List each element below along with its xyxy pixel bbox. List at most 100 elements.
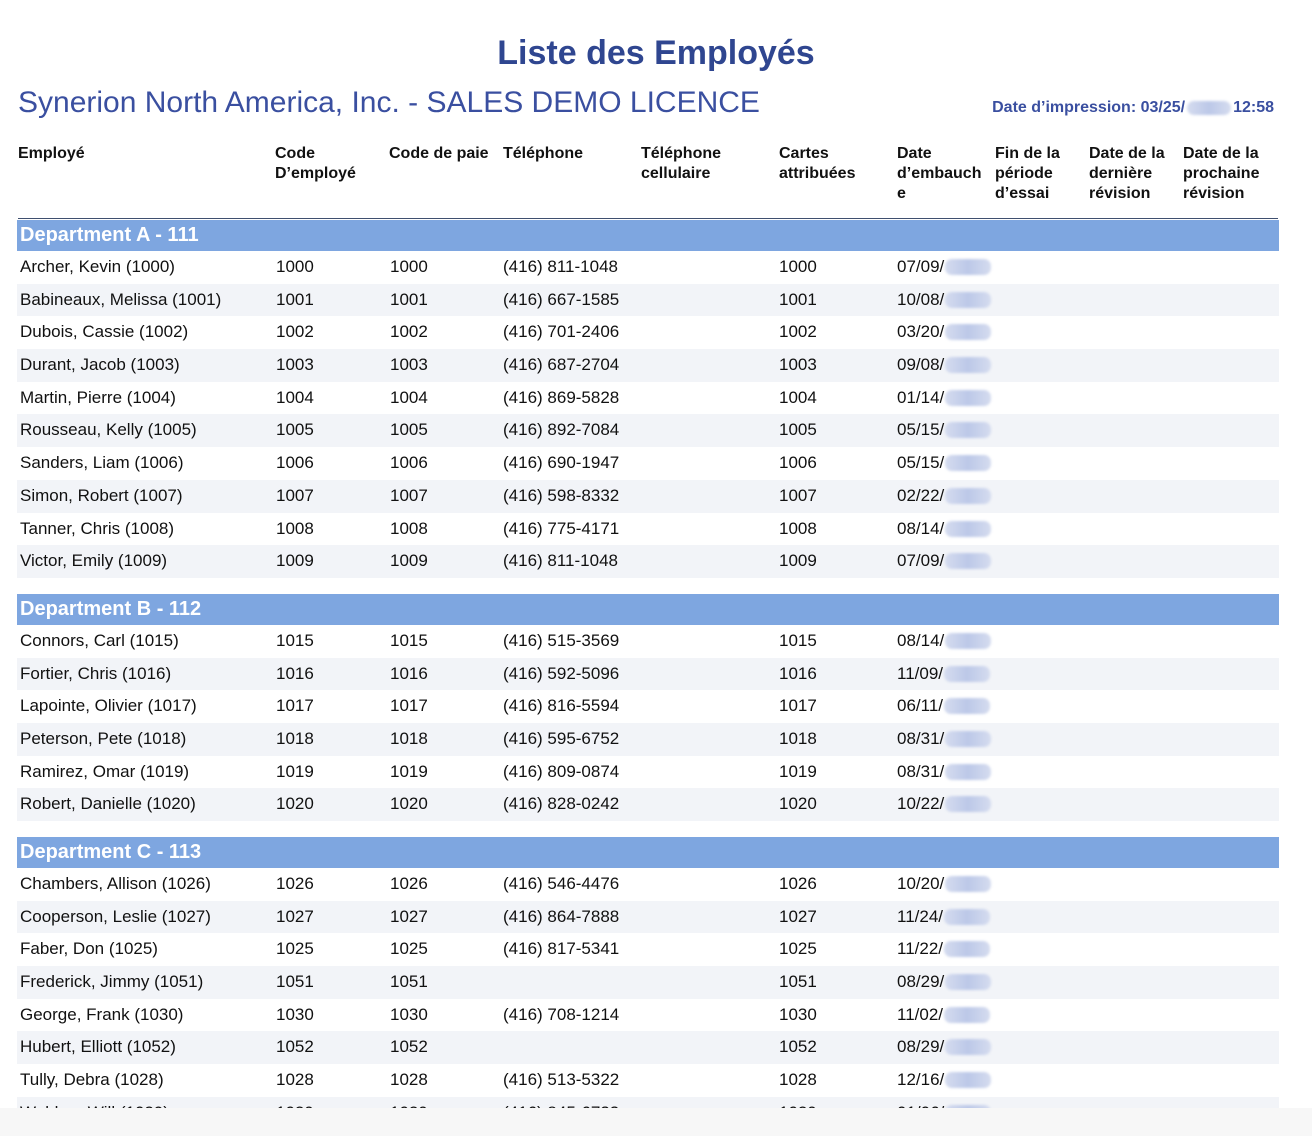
cell-phone: (416) 869-5828	[503, 387, 620, 407]
cell-hire-date: 02/22/	[897, 480, 992, 512]
table-row: Cooperson, Leslie (1027) 1027 1027 (416) 86…	[17, 900, 1279, 934]
column-header: Date d’embauch e	[897, 144, 981, 204]
table-row: Faber, Don (1025) 1025 1025 (416) 817-5341 1…	[17, 933, 1279, 966]
cell-hire-date: 08/29/	[897, 966, 992, 998]
cell-hire-date: 03/20/	[897, 316, 992, 348]
column-header-line: Employé	[18, 145, 85, 162]
cell-card: 1019	[779, 761, 817, 781]
cell-employee: Babineaux, Melissa (1001)	[20, 289, 222, 309]
cell-hire-date: 08/14/	[897, 625, 992, 657]
department-header: Department B - 112	[17, 593, 1279, 625]
cell-employee: Peterson, Pete (1018)	[20, 728, 187, 748]
cell-pay: 1019	[390, 761, 428, 781]
redacted-year	[945, 291, 992, 308]
cell-hire-date: 06/11/	[897, 690, 991, 722]
redacted-year	[945, 455, 992, 472]
cell-code: 1005	[276, 420, 314, 440]
redacted-year	[944, 908, 991, 925]
table-row: Hubert, Elliott (1052) 1052 1052 1052 08/29/	[17, 1031, 1279, 1065]
cell-phone: (416) 592-5096	[503, 663, 620, 683]
cell-employee: Hubert, Elliott (1052)	[20, 1037, 176, 1057]
cell-card: 1017	[779, 696, 817, 716]
cell-card: 1003	[779, 355, 817, 375]
column-header-line: Date de la	[1183, 145, 1259, 162]
cell-card: 1008	[779, 518, 817, 538]
cell-code: 1016	[276, 663, 314, 683]
cell-pay: 1051	[390, 972, 428, 992]
cell-hire-date: 10/22/	[897, 788, 992, 820]
cell-phone: (416) 546-4476	[503, 874, 620, 893]
cell-employee: George, Frank (1030)	[20, 1004, 184, 1024]
hire-date-text: 08/31/	[897, 728, 945, 748]
redacted-year	[945, 796, 992, 813]
cell-code: 1028	[276, 1070, 314, 1090]
redacted-year	[945, 730, 992, 747]
cell-hire-date: 10/08/	[897, 284, 992, 316]
column-header-line: d’embauch	[897, 165, 982, 182]
column-header-line: Code	[275, 145, 315, 162]
cell-card: 1026	[779, 874, 817, 893]
cell-employee: Frederick, Jimmy (1051)	[20, 972, 204, 992]
cell-hire-date: 07/09/	[897, 545, 992, 577]
cell-employee: Simon, Robert (1007)	[20, 485, 183, 505]
cell-code: 1018	[276, 728, 314, 748]
cell-pay: 1052	[390, 1037, 428, 1057]
table-row: Dubois, Cassie (1002) 1002 1002 (416) 701-2…	[17, 316, 1279, 349]
cell-pay: 1017	[390, 696, 428, 716]
cell-card: 1001	[779, 289, 817, 309]
cell-code: 1051	[276, 972, 314, 992]
table-row: Frederick, Jimmy (1051) 1051 1051 1051 08/29…	[17, 966, 1279, 999]
cell-pay: 1028	[390, 1070, 428, 1090]
redacted-year	[945, 259, 992, 275]
table-row: Simon, Robert (1007) 1007 1007 (416) 598-83…	[17, 479, 1279, 513]
redacted-year	[945, 632, 992, 649]
cell-hire-date: 08/31/	[897, 756, 992, 788]
hire-date-text: 09/08/	[897, 355, 945, 375]
cell-phone: (416) 690-1947	[503, 453, 620, 473]
cell-card: 1005	[779, 420, 817, 440]
cell-phone: (416) 515-3569	[503, 630, 620, 650]
column-header: Téléphone cellulaire	[641, 144, 721, 184]
hire-date-text: 05/15/	[897, 453, 945, 473]
redacted-year	[944, 698, 991, 715]
table-row: George, Frank (1030) 1030 1030 (416) 708-12…	[17, 999, 1279, 1032]
cell-phone: (416) 595-6752	[503, 728, 620, 748]
cell-code: 1026	[276, 874, 314, 893]
cell-card: 1051	[779, 972, 817, 992]
column-header: Code D’employé	[275, 144, 356, 184]
report-title: Liste des Employés	[497, 34, 815, 72]
column-header-line: Date	[897, 145, 932, 162]
table-row: Lapointe, Olivier (1017) 1017 1017 (416) 81…	[17, 690, 1279, 723]
column-header-line: Cartes	[779, 145, 829, 162]
redacted-year	[945, 1072, 992, 1089]
cell-pay: 1020	[390, 794, 428, 814]
cell-phone: (416) 708-1214	[503, 1004, 620, 1024]
table-row: Chambers, Allison (1026) 1026 1026 (416) 54…	[17, 868, 1279, 901]
cell-code: 1002	[276, 322, 314, 342]
hire-date-text: 08/31/	[897, 761, 945, 781]
cell-code: 1007	[276, 485, 314, 505]
table-row: Martin, Pierre (1004) 1004 1004 (416) 869-5…	[17, 382, 1279, 415]
cell-pay: 1027	[390, 906, 428, 926]
cell-pay: 1005	[390, 420, 428, 440]
column-header-row: Employé Code D’employé Code de paie Téléphon…	[18, 144, 1278, 219]
cell-card: 1002	[779, 322, 817, 342]
column-header-line: révision	[1089, 185, 1151, 202]
cell-hire-date: 01/14/	[897, 382, 992, 414]
column-header-line: D’employé	[275, 165, 356, 182]
column-header-line: Téléphone	[503, 145, 584, 162]
redacted-year	[945, 324, 992, 341]
redacted-year	[944, 1006, 991, 1023]
hire-date-text: 12/16/	[897, 1070, 945, 1090]
cell-employee: Robert, Danielle (1020)	[20, 794, 196, 814]
department-header: Department C - 113	[17, 837, 1279, 868]
column-header-line: e	[897, 185, 906, 202]
cell-phone: (416) 864-7888	[503, 906, 620, 926]
table-row: Sanders, Liam (1006) 1006 1006 (416) 690-19…	[17, 447, 1279, 480]
column-header-line: cellulaire	[641, 165, 711, 182]
cell-hire-date: 05/15/	[897, 414, 992, 446]
cell-phone: (416) 667-1585	[503, 289, 620, 309]
cell-card: 1020	[779, 794, 817, 814]
hire-date-text: 08/29/	[897, 972, 945, 992]
column-header-line: prochaine	[1183, 165, 1260, 182]
